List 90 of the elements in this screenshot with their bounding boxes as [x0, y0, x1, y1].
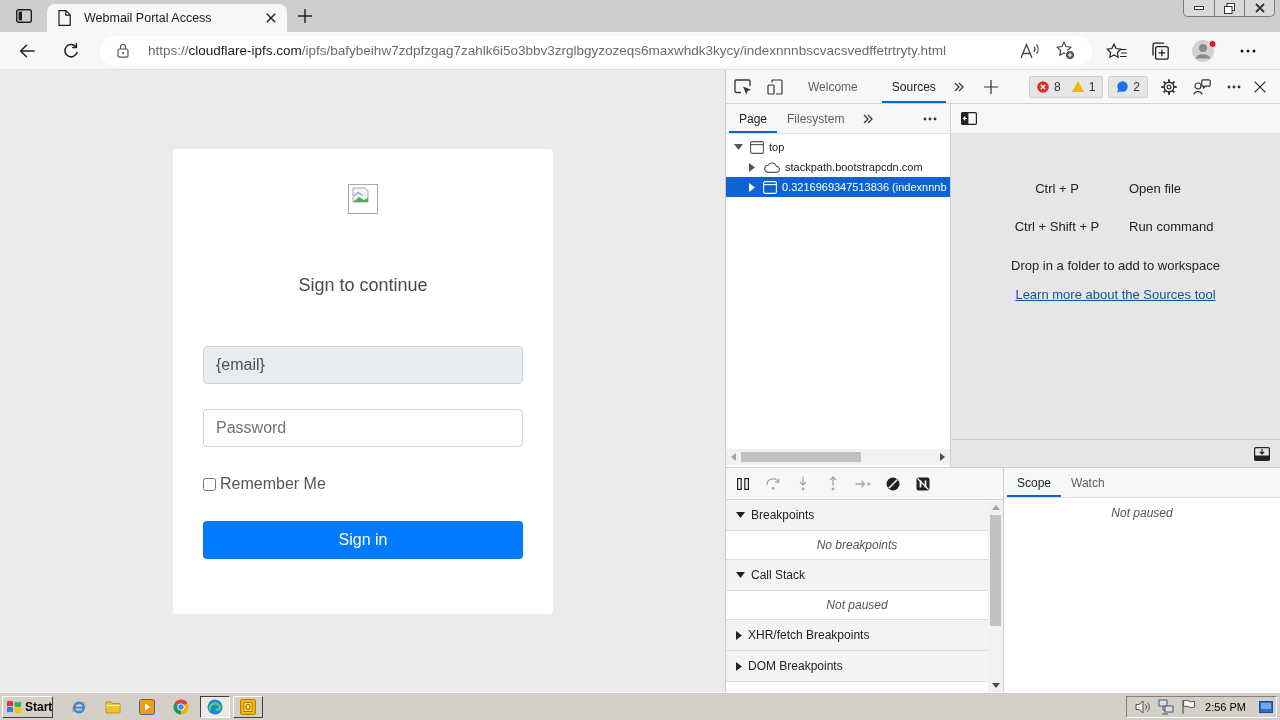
close-icon[interactable] — [266, 13, 276, 23]
issues-button[interactable]: 8 1 — [1028, 75, 1104, 98]
tree-item[interactable]: top — [726, 137, 950, 157]
section-header[interactable]: XHR/fetch Breakpoints — [726, 620, 988, 651]
favorites-icon[interactable] — [1105, 42, 1127, 59]
frame-icon — [750, 140, 764, 154]
network-icon[interactable] — [1158, 698, 1175, 715]
address-bar[interactable]: https://cloudflare-ipfs.com/ipfs/bafybeihw7zdpfzgag7zahlk6i5o3bbv3zrglbgyzozeqs6maxwhdk3kycy/indexnnnbscvacsvedffetrtryty.html — [100, 35, 1092, 66]
login-heading: Sign to continue — [298, 274, 428, 296]
device-icon[interactable] — [767, 78, 783, 95]
more-icon[interactable] — [923, 116, 937, 121]
tree-item[interactable]: stackpath.bootstrapcdn.com — [726, 157, 950, 177]
more-icon[interactable] — [1227, 84, 1241, 89]
taskbar-button[interactable] — [200, 695, 230, 718]
sidebar-toggle-icon[interactable] — [961, 112, 977, 125]
url-text: https://cloudflare-ipfs.com/ipfs/bafybeihw7zdpfzgag7zahlk6i5o3bbv3zrglbgyzozeqs6maxwhdk3kycy/indexnnnbscvacsvedffetrtryty.html — [148, 43, 946, 58]
start-button[interactable]: Start — [2, 695, 53, 718]
pane-tab[interactable]: Scope — [1007, 468, 1062, 497]
speaker-icon[interactable] — [1135, 699, 1152, 714]
plus-icon[interactable] — [983, 79, 998, 94]
sign-in-button[interactable]: Sign in — [203, 521, 523, 559]
navigator-tab[interactable]: Filesystem — [777, 104, 855, 133]
o-tile-icon[interactable] — [240, 698, 256, 715]
navigator-tab[interactable]: Page — [729, 104, 778, 133]
caret-down-icon[interactable] — [991, 683, 1000, 688]
caret-right-icon[interactable] — [940, 453, 945, 461]
error-icon — [1036, 80, 1049, 93]
shortcut-keys: Ctrl + Shift + P — [1007, 219, 1107, 235]
scrollbar-thumb[interactable] — [741, 452, 861, 462]
minimize-icon — [1194, 6, 1204, 10]
reload-icon[interactable] — [63, 42, 79, 59]
back-icon[interactable] — [19, 43, 35, 58]
more-icon[interactable] — [1240, 48, 1256, 53]
settings-icon[interactable] — [1161, 78, 1177, 95]
add-favorite-icon[interactable] — [1056, 41, 1075, 60]
lock-icon[interactable] — [117, 43, 129, 58]
document-icon — [58, 10, 71, 26]
messages-button[interactable]: 2 — [1108, 75, 1148, 98]
warning-icon — [1071, 81, 1084, 92]
sidebar-icon[interactable] — [16, 9, 32, 23]
avatar-icon[interactable] — [1191, 38, 1217, 63]
clock: 2:56 PM — [1205, 700, 1246, 713]
screen-icon[interactable] — [1259, 700, 1273, 713]
tree-item[interactable]: 0.3216969347513836 (indexnnnb — [726, 177, 950, 197]
flag-icon[interactable] — [1181, 699, 1196, 714]
section-header[interactable]: Call Stack — [726, 560, 988, 591]
horizontal-scrollbar[interactable] — [726, 449, 950, 465]
vertical-scrollbar[interactable] — [988, 500, 1003, 692]
section-header[interactable]: DOM Breakpoints — [726, 651, 988, 682]
section-header[interactable]: Breakpoints — [726, 500, 988, 531]
read-aloud-icon[interactable] — [1020, 42, 1040, 59]
remember-checkbox[interactable] — [203, 477, 216, 491]
color-wheel-icon[interactable] — [173, 698, 189, 715]
shortcut-action: Open file — [1129, 181, 1183, 197]
drop-hint: Drop in a folder to add to workspace — [1011, 258, 1220, 273]
double-chevron-icon[interactable] — [953, 81, 964, 92]
caret-down-icon[interactable] — [736, 572, 745, 578]
scrollbar-thumb[interactable] — [990, 515, 1001, 626]
password-field[interactable]: Password — [203, 409, 523, 447]
close-icon[interactable] — [1254, 80, 1266, 93]
caret-right-icon[interactable] — [736, 630, 742, 640]
collections-icon[interactable] — [1151, 41, 1169, 60]
browser-tab[interactable]: Webmail Portal Access — [47, 4, 287, 32]
user-bubble-icon[interactable] — [1193, 78, 1211, 95]
scope-message: Not paused — [1110, 506, 1174, 520]
frame-icon — [763, 180, 777, 194]
plus-icon[interactable] — [298, 9, 312, 23]
inspect-icon[interactable] — [734, 78, 752, 95]
caret-down-icon[interactable] — [734, 144, 743, 150]
slashed-circle-icon[interactable] — [886, 476, 900, 491]
broken-image-icon — [348, 184, 378, 214]
caret-right-icon[interactable] — [736, 661, 742, 671]
pause-icon[interactable] — [737, 477, 749, 490]
slashed-pause-icon[interactable] — [916, 476, 930, 491]
shortcut-action: Run command — [1129, 219, 1215, 235]
caret-down-icon[interactable] — [736, 512, 745, 518]
message-icon — [1116, 80, 1129, 93]
sources-docs-link[interactable]: Learn more about the Sources tool — [1015, 287, 1216, 302]
restore-icon — [1224, 2, 1235, 14]
cloud-icon — [763, 161, 780, 173]
shortcut-keys: Ctrl + P — [1007, 181, 1107, 197]
panel-tab[interactable]: Welcome — [798, 70, 868, 103]
pane-tab[interactable]: Watch — [1061, 468, 1115, 497]
remember-label: Remember Me — [220, 475, 326, 493]
close-icon — [1254, 3, 1265, 13]
four-color-flag-icon — [6, 699, 22, 714]
drawer-icon[interactable] — [1254, 446, 1270, 461]
caret-right-icon[interactable] — [748, 162, 755, 172]
play-tile-icon[interactable] — [139, 698, 155, 715]
double-chevron-icon[interactable] — [863, 113, 874, 124]
